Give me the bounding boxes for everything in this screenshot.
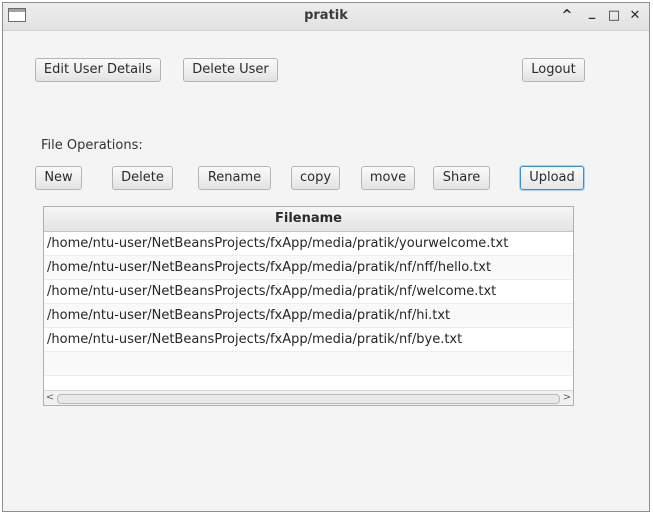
maximize-icon[interactable]: □ [605, 6, 623, 26]
scroll-right-icon[interactable]: > [561, 391, 573, 405]
empty-table-row [44, 352, 573, 376]
rename-button[interactable]: Rename [198, 166, 271, 190]
horizontal-scrollbar[interactable]: < > [44, 390, 573, 405]
close-icon[interactable]: ✕ [626, 6, 644, 26]
table-row[interactable]: /home/ntu-user/NetBeansProjects/fxApp/me… [44, 328, 573, 352]
minimize-icon[interactable]: _ [583, 3, 601, 23]
file-operations-label: File Operations: [41, 138, 143, 153]
table-row[interactable]: /home/ntu-user/NetBeansProjects/fxApp/me… [44, 232, 573, 256]
scrollbar-thumb[interactable] [57, 394, 560, 404]
scroll-left-icon[interactable]: < [44, 391, 56, 405]
share-button[interactable]: Share [433, 166, 490, 190]
copy-button[interactable]: copy [291, 166, 340, 190]
file-table[interactable]: Filename /home/ntu-user/NetBeansProjects… [43, 206, 574, 406]
new-file-button[interactable]: New [35, 166, 82, 190]
table-row[interactable]: /home/ntu-user/NetBeansProjects/fxApp/me… [44, 256, 573, 280]
table-row[interactable]: /home/ntu-user/NetBeansProjects/fxApp/me… [44, 280, 573, 304]
edit-user-details-button[interactable]: Edit User Details [35, 58, 161, 82]
collapse-icon[interactable]: ^ [558, 6, 576, 26]
app-window: pratik ^ _ □ ✕ Edit User Details Delete … [2, 2, 650, 512]
delete-file-button[interactable]: Delete [112, 166, 173, 190]
window-title: pratik [304, 8, 348, 23]
delete-user-button[interactable]: Delete User [183, 58, 278, 82]
table-row[interactable]: /home/ntu-user/NetBeansProjects/fxApp/me… [44, 304, 573, 328]
title-bar[interactable]: pratik ^ _ □ ✕ [3, 3, 649, 31]
table-body: /home/ntu-user/NetBeansProjects/fxApp/me… [44, 232, 573, 376]
upload-button[interactable]: Upload [520, 166, 584, 190]
filename-column-header[interactable]: Filename [44, 207, 573, 232]
move-button[interactable]: move [361, 166, 415, 190]
logout-button[interactable]: Logout [522, 58, 585, 82]
